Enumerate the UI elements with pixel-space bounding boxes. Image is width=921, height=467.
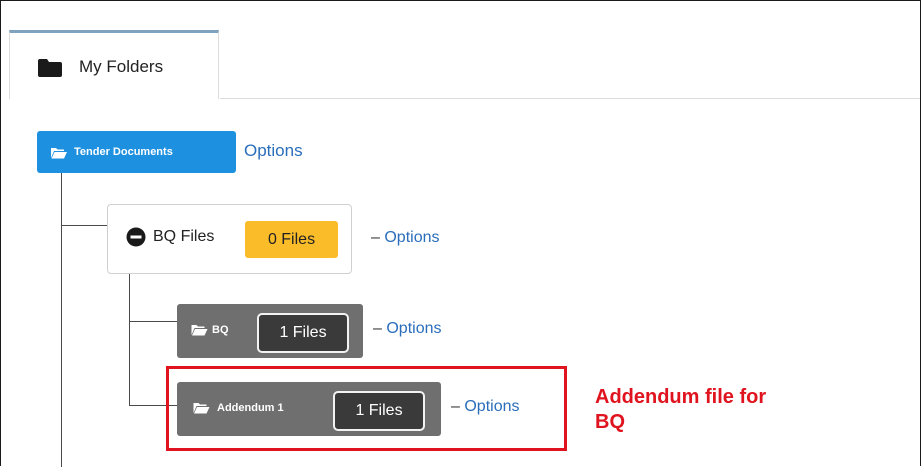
minus-circle-icon[interactable]	[126, 227, 146, 247]
folder-open-icon	[191, 325, 208, 336]
bq-options: – Options	[373, 320, 442, 338]
annotation-line: BQ	[595, 411, 625, 433]
tab-strip-border	[220, 98, 920, 99]
tree-line	[61, 225, 107, 226]
tab-label: My Folders	[79, 57, 164, 76]
tree-line	[129, 321, 177, 322]
tree-line	[129, 274, 130, 406]
bq-files-folder-node[interactable]: BQ Files 0 Files	[107, 204, 352, 274]
bq-options-link[interactable]: Options	[386, 320, 441, 337]
file-count-badge: 1 Files	[257, 313, 349, 353]
folder-icon	[38, 59, 62, 77]
dash-separator: –	[371, 229, 380, 246]
highlight-box	[166, 366, 567, 451]
annotation-text: Addendum file for BQ	[595, 385, 766, 435]
folder-label: BQ	[212, 324, 229, 336]
tender-documents-options-link[interactable]: Options	[244, 141, 303, 161]
tree-line	[61, 173, 62, 467]
annotation-line: Addendum file for	[595, 386, 767, 408]
folder-open-icon	[51, 148, 67, 159]
tender-documents-folder-button[interactable]: Tender Documents	[37, 131, 236, 173]
bq-files-options: – Options	[371, 229, 440, 247]
bq-folder-button[interactable]: BQ 1 Files	[177, 304, 363, 358]
folder-label: Tender Documents	[74, 146, 173, 158]
file-count-badge: 0 Files	[245, 221, 338, 258]
bq-files-options-link[interactable]: Options	[384, 229, 439, 246]
folder-label: BQ Files	[153, 228, 215, 245]
dash-separator: –	[373, 320, 382, 337]
